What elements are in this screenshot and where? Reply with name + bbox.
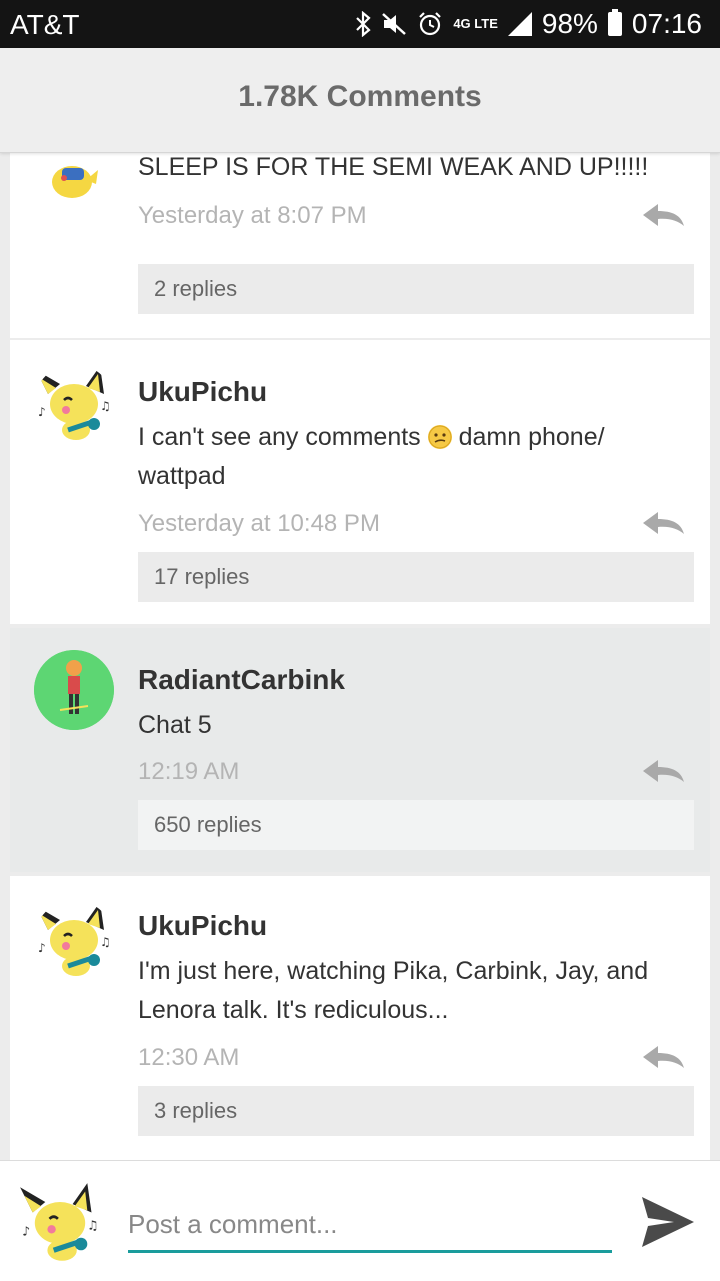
pichu-avatar-icon: ♪ ♫ xyxy=(36,902,111,976)
avatar[interactable]: ♪ ♫ xyxy=(34,364,114,444)
battery-icon xyxy=(607,9,622,36)
carrier-label: AT&T xyxy=(10,9,80,40)
reply-icon[interactable] xyxy=(640,202,686,228)
comment-username[interactable]: UkuPichu xyxy=(138,910,267,942)
reply-icon[interactable] xyxy=(640,758,686,784)
comment-timestamp: Yesterday at 8:07 PM xyxy=(138,202,367,229)
avatar[interactable]: ♪ ♫ xyxy=(18,1181,102,1265)
reply-icon[interactable] xyxy=(640,510,686,536)
alarm-icon xyxy=(419,12,442,36)
comment-timestamp: Yesterday at 10:48 PM xyxy=(138,510,380,537)
view-replies-button[interactable]: 2 replies xyxy=(138,264,694,314)
avatar[interactable]: ♪ ♫ xyxy=(34,900,114,980)
svg-text:♪: ♪ xyxy=(38,941,46,955)
app-header: 1.78K Comments xyxy=(0,48,720,153)
status-bar: AT&T 4G LTE 98% 07:16 xyxy=(0,0,720,48)
comment-timestamp: 12:19 AM xyxy=(138,758,240,785)
view-replies-button[interactable]: 650 replies xyxy=(138,800,694,850)
comment-text: Chat 5 xyxy=(138,711,212,739)
avatar[interactable] xyxy=(34,152,114,202)
comment-text: I can't see any comments damn phone/ wat… xyxy=(138,423,605,490)
pikachu-avatar-icon xyxy=(52,166,98,198)
svg-text:♪: ♪ xyxy=(38,405,46,419)
svg-text:♪: ♪ xyxy=(22,1224,30,1239)
comment-input[interactable] xyxy=(128,1199,612,1253)
signal-icon xyxy=(507,12,532,36)
comment-item-highlighted[interactable]: RadiantCarbink Chat 5 12:19 AM 650 repli… xyxy=(10,628,710,872)
comment-text: I'm just here, watching Pika, Carbink, J… xyxy=(138,957,649,1024)
page-title: 1.78K Comments xyxy=(238,80,482,113)
comment-item[interactable]: ♪ ♫ UkuPichu I'm just here, watching Pik… xyxy=(10,876,710,1160)
comment-username[interactable]: UkuPichu xyxy=(138,376,267,408)
confused-face-icon xyxy=(427,425,452,449)
comment-timestamp: 12:30 AM xyxy=(138,1044,240,1071)
pichu-avatar-icon: ♪ ♫ xyxy=(36,366,111,440)
svg-text:♫: ♫ xyxy=(100,399,111,413)
comment-composer: ♪ ♫ xyxy=(0,1160,720,1281)
status-icons: 4G LTE 98% 07:16 xyxy=(355,8,702,40)
pichu-avatar-icon: ♪ ♫ xyxy=(20,1183,99,1261)
comment-item[interactable]: SLEEP IS FOR THE SEMI WEAK AND UP!!!!! Y… xyxy=(10,152,710,338)
battery-percent: 98% xyxy=(541,8,598,39)
comment-username[interactable]: RadiantCarbink xyxy=(138,664,345,696)
reply-icon[interactable] xyxy=(640,1044,686,1070)
svg-text:♫: ♫ xyxy=(100,935,111,949)
view-replies-button[interactable]: 3 replies xyxy=(138,1086,694,1136)
comment-list[interactable]: SLEEP IS FOR THE SEMI WEAK AND UP!!!!! Y… xyxy=(0,152,720,1160)
svg-text:♫: ♫ xyxy=(87,1217,98,1232)
avatar[interactable] xyxy=(34,650,114,730)
bluetooth-icon xyxy=(356,11,371,37)
comment-item[interactable]: ♪ ♫ UkuPichu I can't see any comments da… xyxy=(10,340,710,624)
view-replies-button[interactable]: 17 replies xyxy=(138,552,694,602)
send-icon[interactable] xyxy=(640,1195,696,1249)
network-4g-icon: 4G LTE xyxy=(453,16,498,31)
comment-text: SLEEP IS FOR THE SEMI WEAK AND UP!!!!! xyxy=(138,153,649,181)
clock: 07:16 xyxy=(631,8,702,39)
mute-icon xyxy=(382,13,407,35)
character-avatar-icon xyxy=(34,650,114,730)
